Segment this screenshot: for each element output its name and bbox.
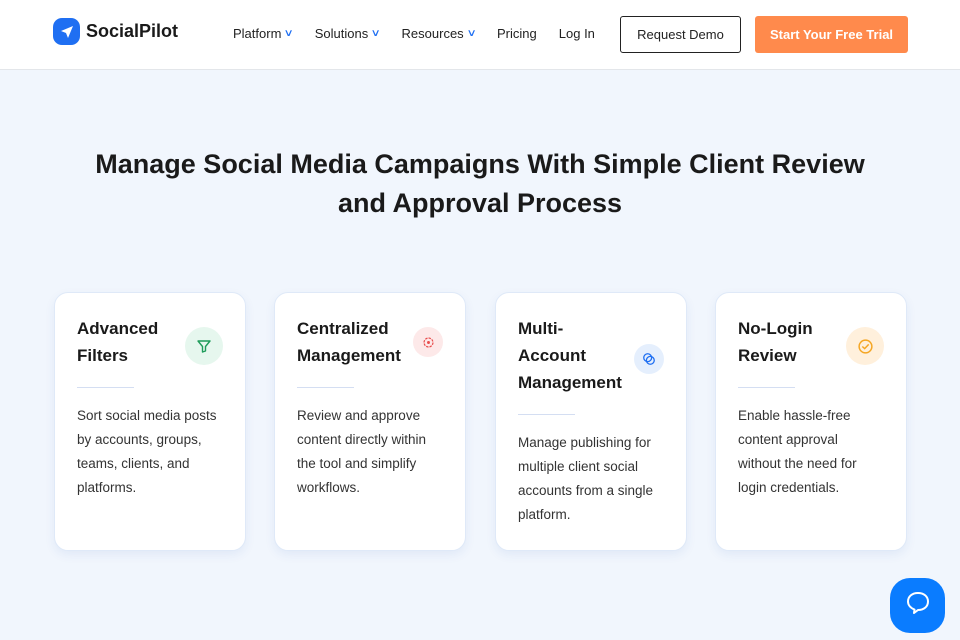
check-badge-icon [846, 327, 884, 365]
card-text: Review and approve content directly with… [297, 408, 427, 495]
nav-solutions[interactable]: Solutions ∨ [314, 26, 382, 41]
nav-label: Solutions [314, 26, 369, 41]
card-text: Enable hassle-free content approval with… [738, 408, 857, 495]
nav-label: Pricing [497, 26, 537, 41]
card-title: No-Login Review [738, 319, 813, 365]
feature-card-centralized-management: Centralized Management Review and approv… [274, 292, 466, 551]
chat-button[interactable] [890, 578, 945, 633]
filter-icon [185, 327, 223, 365]
free-trial-button[interactable]: Start Your Free Trial [755, 16, 908, 53]
chat-bubble-icon [905, 590, 931, 621]
nav-login[interactable]: Log In [559, 26, 595, 41]
chevron-down-icon: ∨ [283, 28, 295, 39]
chevron-down-icon: ∨ [466, 28, 477, 39]
feature-card-multi-account: Multi-Account Management Manage publishi… [495, 292, 687, 551]
request-demo-button[interactable]: Request Demo [620, 16, 741, 53]
feature-card-advanced-filters: Advanced Filters Sort social media posts… [54, 292, 246, 551]
divider [738, 387, 795, 388]
accounts-icon [634, 344, 664, 374]
title-line: and Approval Process [337, 188, 623, 218]
divider [77, 387, 134, 388]
nav-resources[interactable]: Resources ∨ [401, 26, 477, 41]
page-title: Manage Social Media Campaigns With Simpl… [0, 145, 960, 223]
main-nav: Platform ∨ Solutions ∨ Resources ∨ Pricing … [233, 26, 617, 41]
gear-icon [413, 327, 443, 357]
nav-pricing[interactable]: Pricing [497, 26, 537, 41]
feature-card-no-login-review: No-Login Review Enable hassle-free conte… [715, 292, 907, 551]
card-title: Advanced Filters [77, 319, 159, 365]
nav-label: Log In [558, 26, 595, 41]
brand-name: SocialPilot [86, 21, 179, 41]
card-title: Multi-Account Management [518, 319, 622, 392]
card-title: Centralized Management [297, 319, 401, 365]
nav-label: Resources [401, 26, 464, 41]
title-line: Manage Social Media Campaigns With Simpl… [95, 149, 865, 179]
chevron-down-icon: ∨ [370, 28, 382, 39]
paper-plane-icon [53, 18, 80, 45]
nav-platform[interactable]: Platform ∨ [233, 26, 295, 41]
nav-label: Platform [233, 26, 282, 41]
card-text: Sort social media posts by accounts, gro… [77, 408, 217, 495]
logo[interactable]: SocialPilot [53, 18, 178, 45]
card-text: Manage publishing for multiple client so… [518, 435, 654, 522]
divider [518, 414, 575, 415]
divider [297, 387, 354, 388]
header: SocialPilot Platform ∨ Solutions ∨ Resourc… [0, 0, 960, 70]
